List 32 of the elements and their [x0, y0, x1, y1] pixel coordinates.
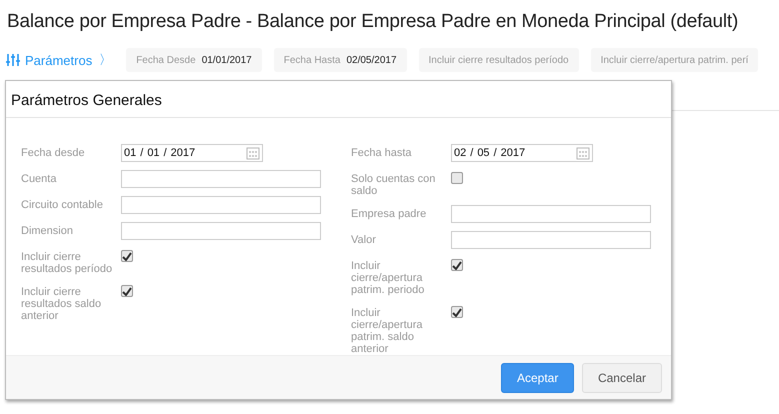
- field-label: Incluir cierre/apertura patrim. periodo: [351, 259, 426, 296]
- date-field[interactable]: 02 / 05 / 2017: [451, 144, 593, 162]
- date-field[interactable]: 01 / 01 / 2017: [121, 144, 263, 162]
- text-field[interactable]: [121, 196, 321, 214]
- text-field[interactable]: [121, 170, 321, 188]
- field-label: Cuenta: [21, 172, 58, 185]
- page-title: Balance por Empresa Padre - Balance por Empresa Padre en Moneda Principal (default): [6, 10, 740, 34]
- field-label: Incluir cierre resultados período: [21, 250, 114, 275]
- cancel-button[interactable]: Cancelar: [582, 362, 662, 392]
- checkbox[interactable]: [451, 172, 463, 184]
- checkbox[interactable]: [121, 250, 133, 262]
- checkbox[interactable]: [451, 306, 463, 318]
- checkbox[interactable]: [451, 259, 463, 271]
- text-field[interactable]: [451, 231, 651, 249]
- field-label: Dimension: [21, 224, 74, 237]
- field-label: Valor: [351, 233, 377, 246]
- field-label: Circuito contable: [21, 198, 104, 211]
- text-field[interactable]: [451, 205, 651, 223]
- calendar-icon[interactable]: [246, 146, 260, 160]
- field-label: Empresa padre: [351, 207, 428, 220]
- filter-chip[interactable]: Fecha Desde 01/01/2017: [126, 48, 262, 72]
- panel-title: Parámetros Generales: [6, 81, 671, 118]
- field-label: Solo cuentas con saldo: [351, 172, 436, 197]
- sliders-icon: [6, 53, 20, 67]
- field-label: Fecha desde: [21, 146, 86, 159]
- calendar-icon[interactable]: [576, 146, 590, 160]
- field-label: Incluir cierre resultados saldo anterior: [21, 285, 102, 322]
- text-field[interactable]: [121, 222, 321, 240]
- checkbox[interactable]: [121, 285, 133, 297]
- field-label: Fecha hasta: [351, 146, 413, 159]
- filter-chip[interactable]: Fecha Hasta 02/05/2017: [274, 48, 407, 72]
- field-label: Incluir cierre/apertura patrim. saldo anterior: [351, 306, 424, 355]
